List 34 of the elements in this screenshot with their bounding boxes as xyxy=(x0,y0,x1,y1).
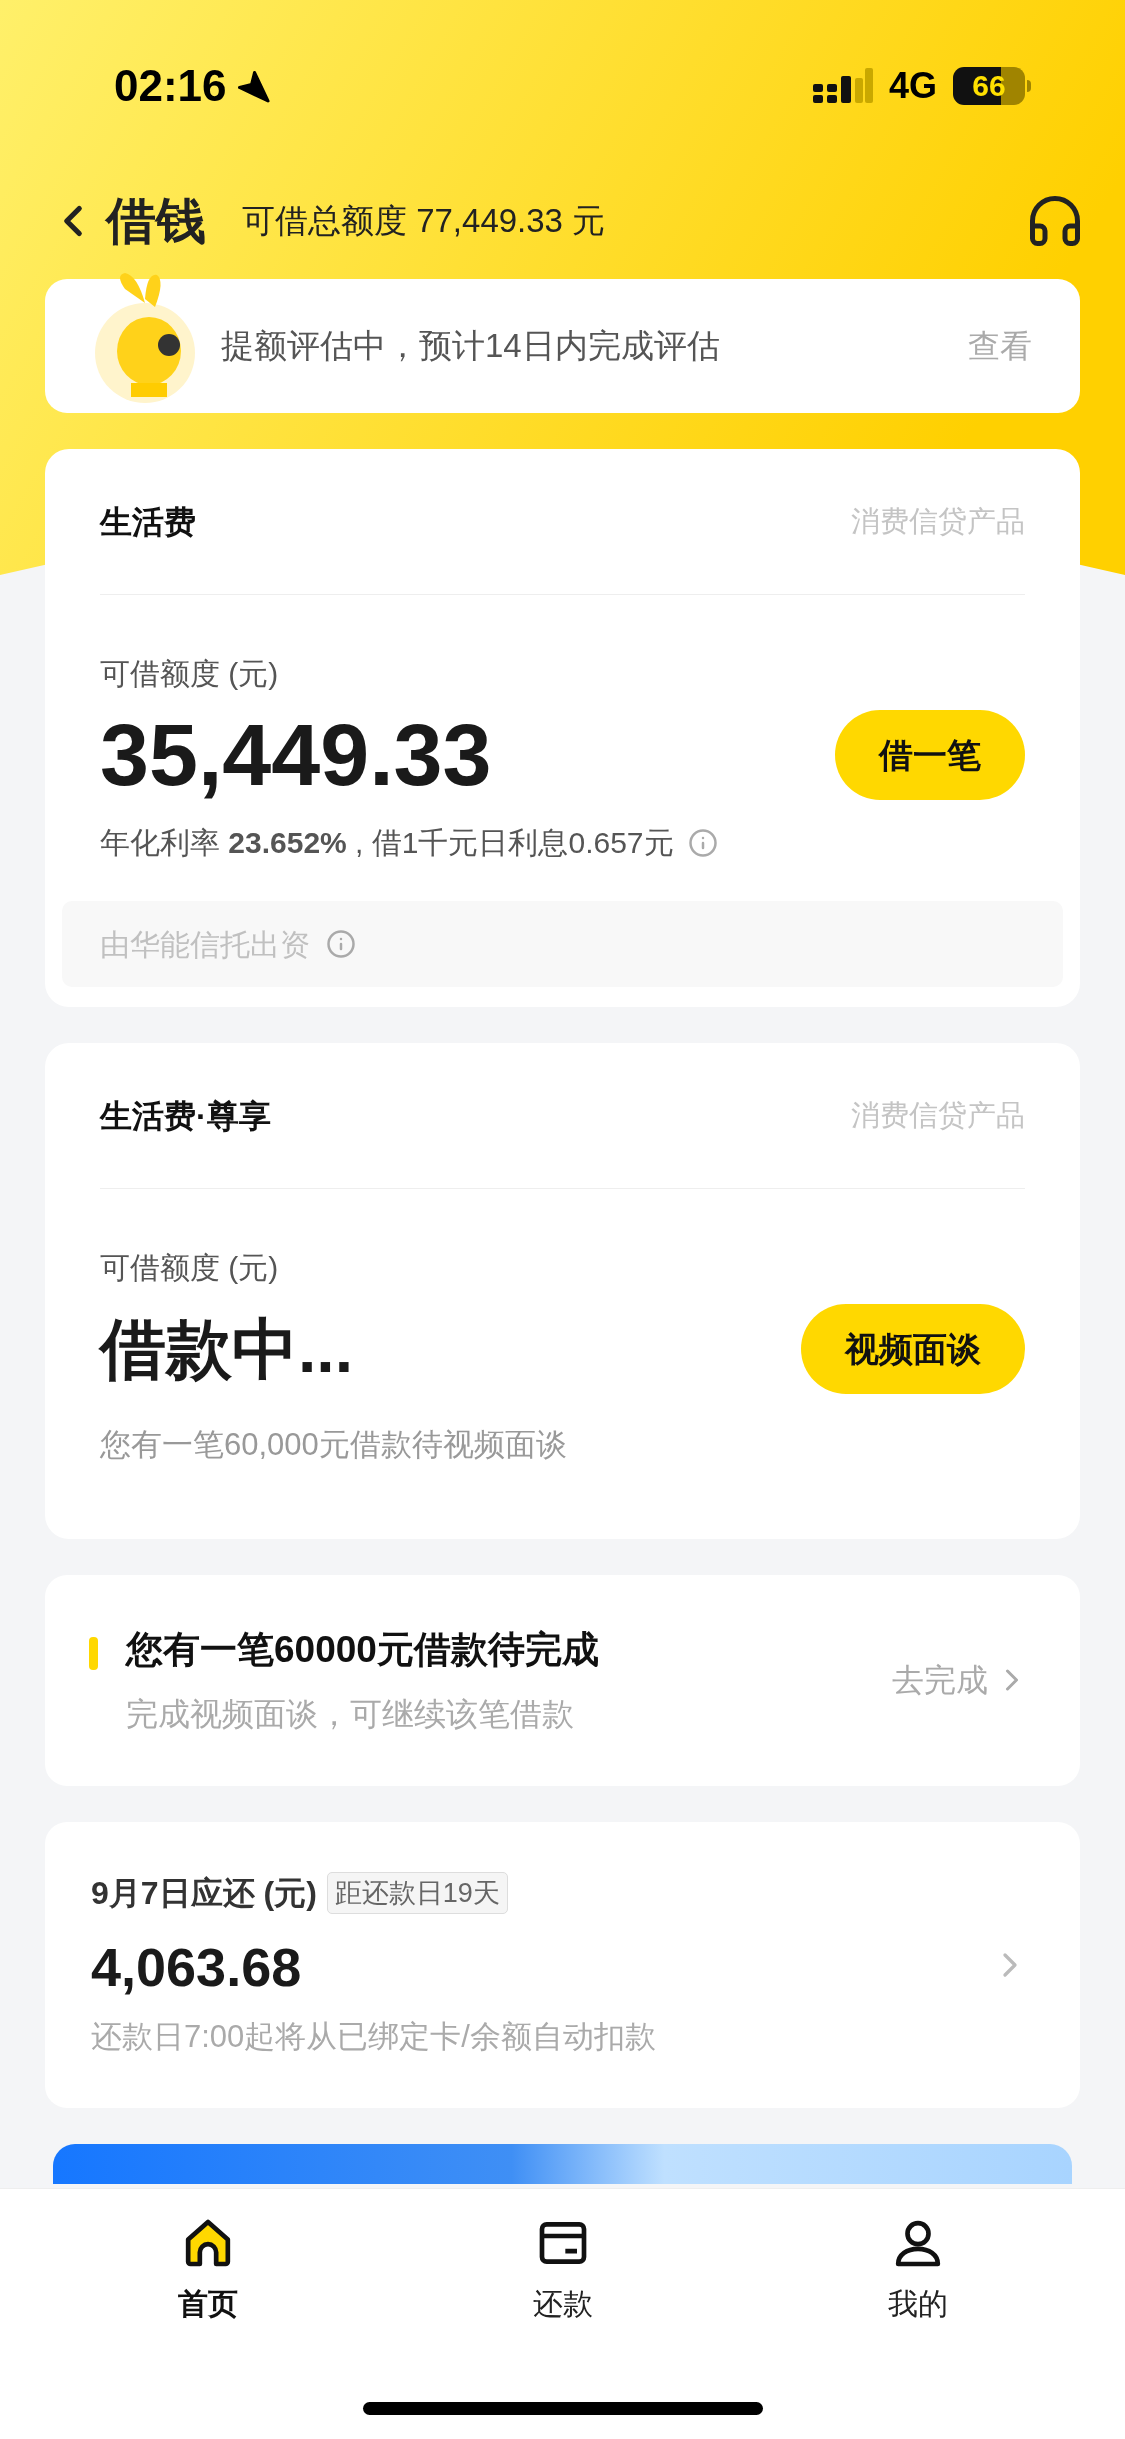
amount-label: 可借额度 (元) xyxy=(100,657,279,690)
loan-status: 借款中... xyxy=(100,1316,353,1382)
tab-item[interactable]: 我的 xyxy=(817,2215,1018,2326)
info-icon[interactable] xyxy=(326,929,356,959)
accent-bar xyxy=(89,1636,98,1670)
repayment-title: 9月7日应还 (元) xyxy=(91,1873,317,1913)
notice-text: 提额评估中，预计14日内完成评估 xyxy=(221,326,720,367)
task-card[interactable]: 您有一笔60000元借款待完成 完成视频面谈，可继续该笔借款 去完成 xyxy=(45,1574,1080,1786)
status-time: 02:16 xyxy=(114,59,227,112)
signal-icon xyxy=(812,67,873,104)
task-title: 您有一笔60000元借款待完成 xyxy=(126,1628,599,1673)
days-badge: 距还款日19天 xyxy=(326,1871,508,1914)
tab-item[interactable]: 还款 xyxy=(462,2215,663,2326)
available-amount: 35,449.33 xyxy=(100,711,492,799)
funder-text: 由华能信托出资 xyxy=(100,926,310,963)
task-subtitle: 完成视频面谈，可继续该笔借款 xyxy=(126,1694,575,1734)
product-tag: 消费信贷产品 xyxy=(851,1093,1025,1138)
page-title: 借钱 xyxy=(106,191,206,251)
product-title: 生活费·尊享 xyxy=(100,1096,271,1136)
total-credit: 可借总额度 77,449.33 元 xyxy=(242,201,606,242)
borrow-button[interactable]: 借一笔 xyxy=(835,710,1025,800)
repayment-card[interactable]: 9月7日应还 (元) 距还款日19天 4,063.68 还款日7:00起将从已绑定卡/余额自动扣款 xyxy=(45,1821,1080,2108)
network-label: 4G xyxy=(888,63,937,108)
pending-note: 您有一笔60,000元借款待视频面谈 xyxy=(100,1427,567,1462)
rate-text: 年化利率 23.652% , 借1千元日利息0.657元 xyxy=(100,825,674,861)
info-icon[interactable] xyxy=(687,827,718,858)
amount-label: 可借额度 (元) xyxy=(100,1251,279,1284)
promo-card[interactable] xyxy=(53,2143,1072,2184)
product-tag: 消费信贷产品 xyxy=(851,499,1025,544)
repayment-amount: 4,063.68 xyxy=(91,1935,303,1999)
video-interview-button[interactable]: 视频面谈 xyxy=(801,1304,1025,1394)
tab-item[interactable]: 首页 xyxy=(107,2215,308,2326)
product-title: 生活费 xyxy=(100,502,196,542)
repayment-note: 还款日7:00起将从已绑定卡/余额自动扣款 xyxy=(91,2017,656,2056)
